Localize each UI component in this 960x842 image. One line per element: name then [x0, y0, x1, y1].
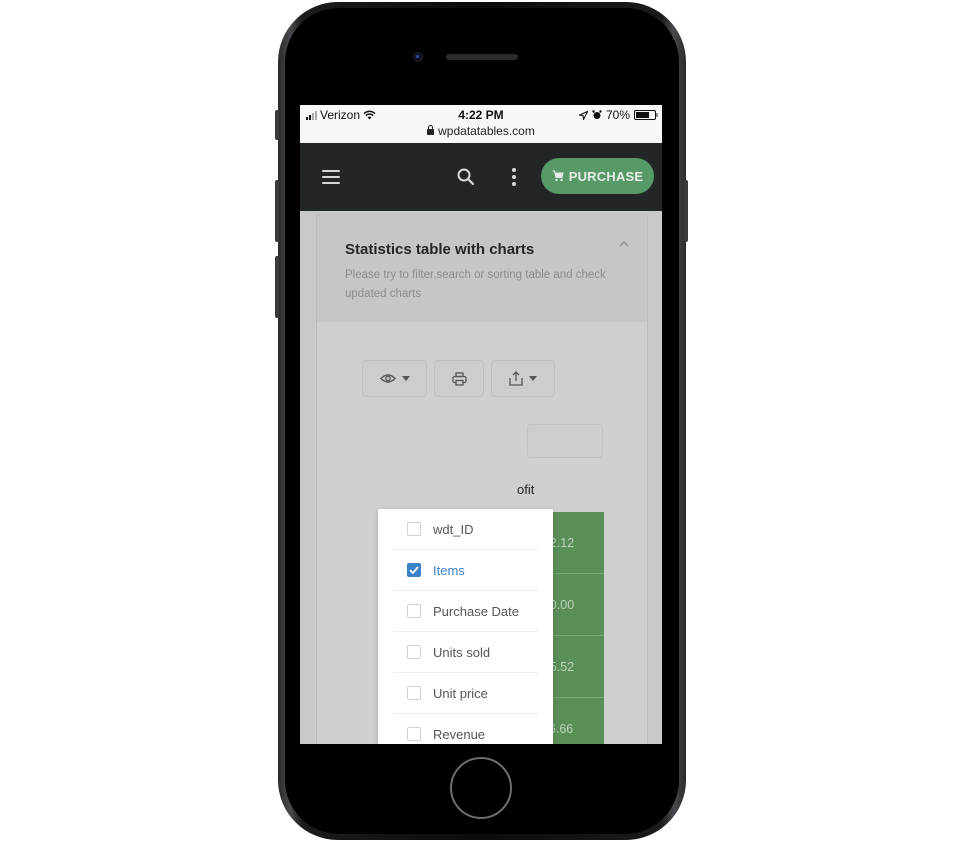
- alarm-icon: [592, 110, 602, 119]
- checkbox-checked[interactable]: [407, 563, 421, 577]
- purchase-button[interactable]: PURCHASE: [541, 158, 654, 194]
- column-toggle-item[interactable]: Purchase Date: [393, 591, 538, 632]
- table-card: Statistics table with charts Please try …: [316, 214, 648, 744]
- card-header: Statistics table with charts Please try …: [317, 214, 647, 322]
- volume-up-button: [275, 180, 279, 242]
- search-input[interactable]: [527, 424, 603, 458]
- front-camera: [413, 52, 423, 62]
- content-area: Statistics table with charts Please try …: [300, 211, 662, 744]
- page: Verizon 4:22 PM 70% wpdatatables.com PUR…: [0, 0, 960, 842]
- column-toggle-label: Items: [433, 562, 465, 578]
- battery-icon: [634, 110, 658, 120]
- column-toggle-item[interactable]: Items: [393, 550, 538, 591]
- print-button[interactable]: [434, 360, 484, 397]
- checkbox-unchecked[interactable]: [407, 686, 421, 700]
- share-upload-icon: [509, 371, 523, 386]
- export-button[interactable]: [491, 360, 555, 397]
- checkbox-unchecked[interactable]: [407, 727, 421, 741]
- column-toggle-item[interactable]: Revenue: [393, 714, 538, 744]
- more-vertical-icon[interactable]: [511, 168, 517, 186]
- phone-screen: Verizon 4:22 PM 70% wpdatatables.com PUR…: [300, 105, 662, 744]
- location-arrow-icon: [578, 110, 588, 120]
- lock-icon: [427, 125, 435, 135]
- column-toggle-label: Purchase Date: [433, 603, 519, 619]
- column-toggle-label: wdt_ID: [433, 521, 474, 537]
- hamburger-menu-icon[interactable]: [322, 170, 340, 184]
- column-toggle-label: Revenue: [433, 726, 486, 742]
- purchase-label: PURCHASE: [568, 168, 644, 184]
- chevron-up-icon[interactable]: [619, 239, 629, 249]
- printer-icon: [451, 371, 467, 386]
- search-icon[interactable]: [456, 167, 476, 187]
- card-subtitle: Please try to filter,search or sorting t…: [345, 269, 606, 300]
- url-text: wpdatatables.com: [438, 124, 535, 138]
- volume-down-button: [275, 256, 279, 318]
- cart-icon: [552, 170, 564, 182]
- checkbox-unchecked[interactable]: [407, 645, 421, 659]
- eye-icon: [379, 374, 396, 383]
- card-title: Statistics table with charts: [345, 241, 535, 258]
- home-button[interactable]: [450, 757, 512, 819]
- checkmark-icon: [409, 566, 419, 574]
- column-toggle-label: Units sold: [433, 644, 491, 660]
- status-bar: Verizon 4:22 PM 70% wpdatatables.com: [300, 105, 662, 143]
- mute-switch: [275, 110, 279, 140]
- caret-down-icon: [529, 376, 537, 381]
- address-bar[interactable]: wpdatatables.com: [300, 124, 662, 138]
- app-bar: PURCHASE: [300, 143, 662, 211]
- profit-column-header[interactable]: ofit: [517, 482, 534, 497]
- column-toggle-item[interactable]: Units sold: [393, 632, 538, 673]
- column-visibility-button[interactable]: [362, 360, 427, 397]
- column-toggle-label: Unit price: [433, 685, 488, 701]
- checkbox-unchecked[interactable]: [407, 522, 421, 536]
- caret-down-icon: [401, 376, 410, 381]
- checkbox-unchecked[interactable]: [407, 604, 421, 618]
- power-button: [684, 180, 688, 242]
- column-visibility-menu: wdt_ID Items Purchase Date Units sold Unit p…: [378, 509, 553, 744]
- battery-percent: 70%: [605, 108, 630, 122]
- column-toggle-item[interactable]: Unit price: [393, 673, 538, 714]
- column-toggle-item[interactable]: wdt_ID: [393, 509, 538, 550]
- earpiece-speaker: [446, 54, 518, 60]
